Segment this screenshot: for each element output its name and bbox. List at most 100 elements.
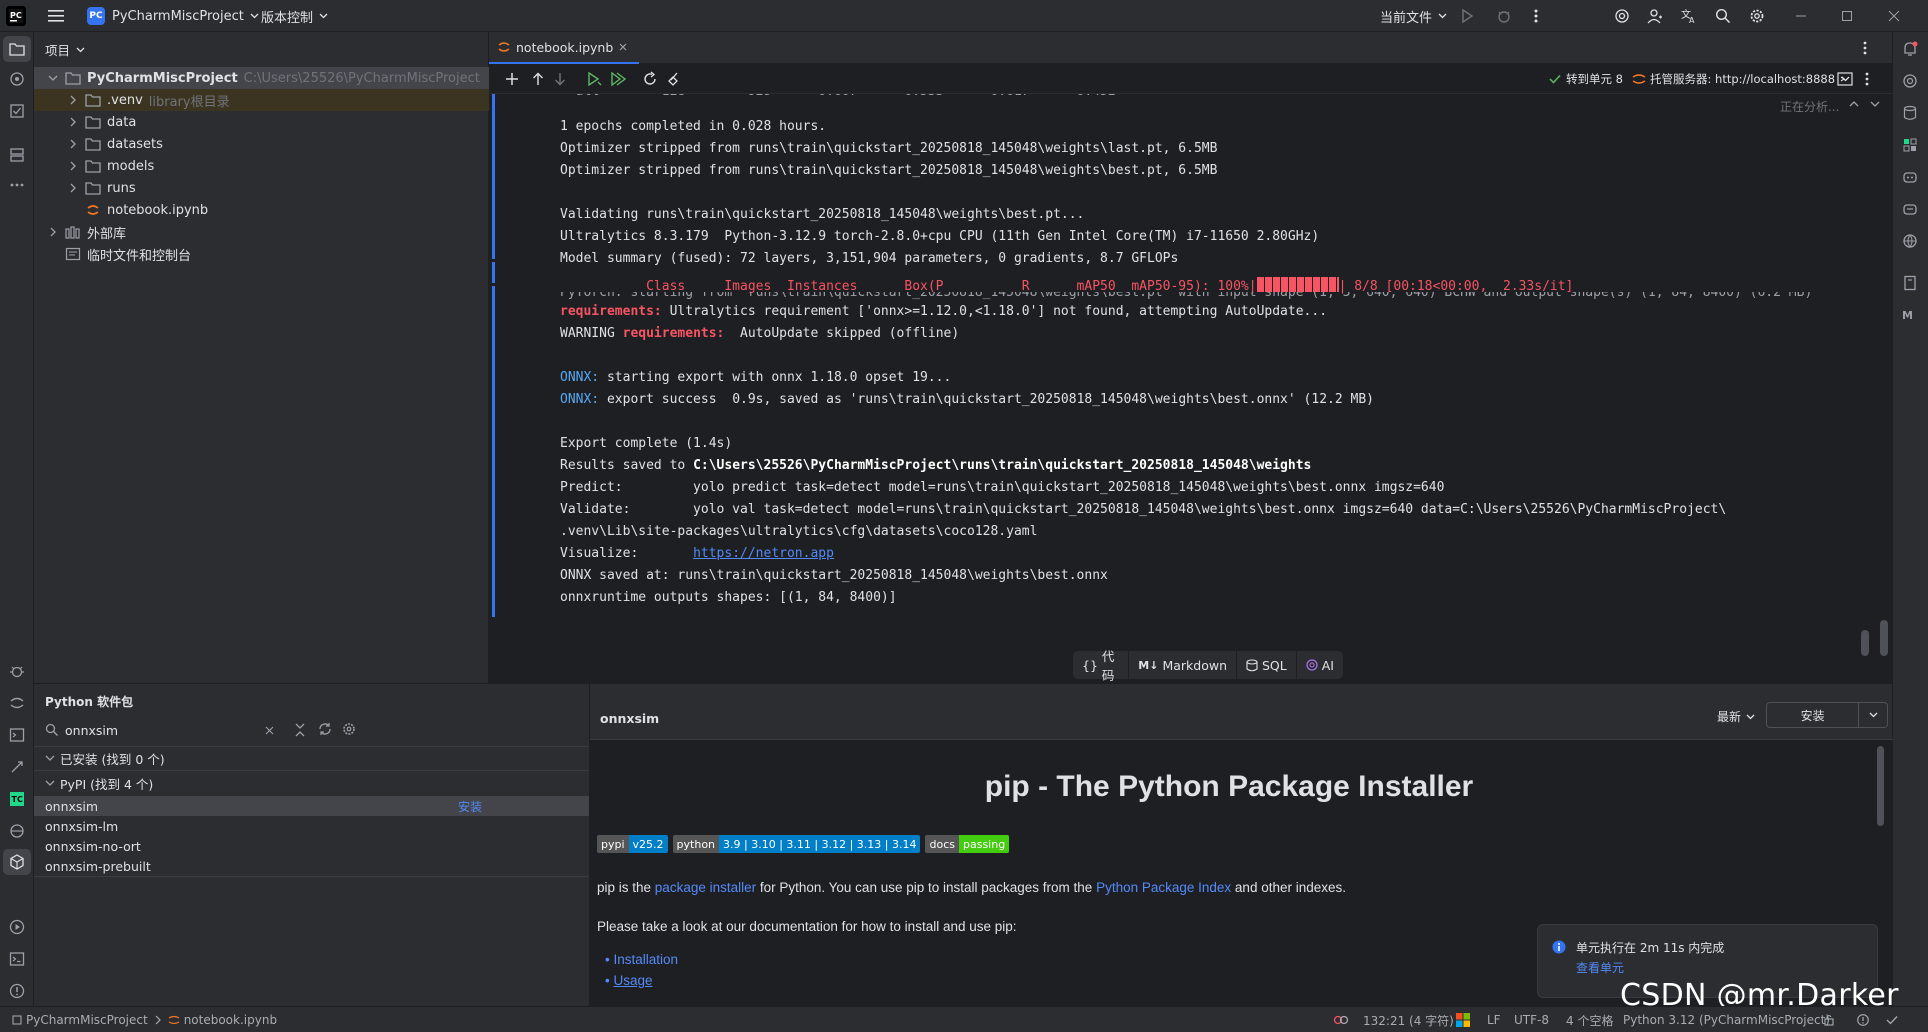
problems-tool-icon[interactable] xyxy=(8,982,26,1000)
installation-link[interactable]: Installation xyxy=(613,952,678,967)
jupyter-tool-icon[interactable] xyxy=(8,694,26,712)
view-cell-link[interactable]: 查看单元 xyxy=(1576,959,1624,976)
user-icon[interactable] xyxy=(1647,0,1663,32)
project-tool-icon[interactable] xyxy=(3,36,31,62)
commit-tool-icon[interactable] xyxy=(8,102,26,120)
package-row[interactable]: onnxsim-lm xyxy=(34,816,589,836)
refresh-icon[interactable] xyxy=(318,722,332,736)
more-tools-icon[interactable] xyxy=(8,176,26,194)
tree-row-scratches[interactable]: 临时文件和控制台 xyxy=(34,243,489,265)
tree-row-datasets[interactable]: datasets xyxy=(34,133,489,155)
pypi-group[interactable]: PyPI (找到 4 个) xyxy=(34,773,589,793)
markdown-icon[interactable]: M xyxy=(1901,306,1919,324)
ai-chat-icon[interactable] xyxy=(1901,72,1919,90)
installed-group[interactable]: 已安装 (找到 0 个) xyxy=(34,748,589,768)
python-packages-tool-icon[interactable] xyxy=(8,70,26,88)
run-cell-icon[interactable] xyxy=(585,70,603,88)
tab-more-icon[interactable] xyxy=(1863,41,1867,55)
main-menu-icon[interactable] xyxy=(48,0,64,32)
docs-badge[interactable]: docs passing xyxy=(925,835,1010,853)
toolbar-more-icon[interactable] xyxy=(1865,72,1869,86)
python-badge[interactable]: python 3.9 | 3.10 | 3.11 | 3.12 | 3.13 | … xyxy=(672,835,921,853)
move-cell-up-icon[interactable] xyxy=(529,70,547,88)
problems-status-icon[interactable] xyxy=(1857,1007,1869,1032)
doc-list-item[interactable]: • Installation xyxy=(605,952,678,967)
version-select[interactable]: 最新 xyxy=(1717,708,1755,725)
close-window-icon[interactable] xyxy=(1888,0,1900,32)
services-tool-icon[interactable] xyxy=(8,758,26,776)
package-row[interactable]: onnxsim-prebuilt xyxy=(34,856,589,876)
pypi-badge[interactable]: pypi v25.2 xyxy=(597,835,668,853)
copilot-icon[interactable] xyxy=(1901,168,1919,186)
tree-row-root[interactable]: PyCharmMiscProject C:\Users\25526\PyChar… xyxy=(34,67,489,89)
install-button[interactable]: 安装 xyxy=(1767,707,1858,724)
tree-row-venv[interactable]: .venv library根目录 xyxy=(34,89,489,111)
more-actions-icon[interactable] xyxy=(1534,0,1538,32)
usage-link[interactable]: Usage xyxy=(613,973,652,988)
terminal-tool-icon[interactable] xyxy=(8,950,26,968)
project-switcher[interactable]: PC PyCharmMiscProject xyxy=(87,0,259,32)
python-console-icon[interactable] xyxy=(8,726,26,744)
install-link[interactable]: 安装 xyxy=(458,798,482,815)
caret-position[interactable]: 132:21 (4 字符) xyxy=(1363,1007,1454,1032)
tree-row-data[interactable]: data xyxy=(34,111,489,133)
notifications-icon[interactable] xyxy=(1901,40,1919,58)
breadcrumb-file[interactable]: notebook.ipynb xyxy=(184,1013,277,1027)
indent-setting[interactable]: 4 个空格 xyxy=(1566,1007,1613,1032)
editor-tab-notebook[interactable]: notebook.ipynb xyxy=(489,32,640,64)
vcs-menu[interactable]: 版本控制 xyxy=(261,0,328,32)
interpreter-selector[interactable]: Python 3.12 (PyCharmMiscProject) xyxy=(1623,1007,1830,1032)
run-all-icon[interactable] xyxy=(609,70,627,88)
doc-scrollbar-thumb[interactable] xyxy=(1877,746,1884,826)
debug-tool-icon[interactable] xyxy=(8,662,26,680)
add-markdown-cell-button[interactable]: M↓ Markdown xyxy=(1129,651,1237,679)
netron-link[interactable]: https://netron.app xyxy=(693,546,834,561)
editor-scrollbar-thumb[interactable] xyxy=(1880,620,1888,656)
install-options-icon[interactable] xyxy=(1859,712,1887,718)
app-logo-icon[interactable]: PC xyxy=(6,0,26,32)
assistant-icon[interactable] xyxy=(1901,200,1919,218)
vcs-status-icon[interactable] xyxy=(1886,1007,1898,1032)
doc-list-item[interactable]: • Usage xyxy=(605,973,653,988)
project-panel-header[interactable]: 项目 xyxy=(45,40,85,59)
collapse-all-icon[interactable] xyxy=(294,723,306,737)
translate-icon[interactable]: 文A xyxy=(1681,0,1697,32)
package-installer-link[interactable]: package installer xyxy=(655,880,756,895)
add-cell-icon[interactable] xyxy=(503,70,521,88)
package-row[interactable]: onnxsim-no-ort xyxy=(34,836,589,856)
restart-kernel-icon[interactable] xyxy=(641,70,659,88)
read-only-lock-icon[interactable] xyxy=(1823,1007,1835,1032)
package-settings-icon[interactable] xyxy=(342,722,356,736)
tree-row-runs[interactable]: runs xyxy=(34,177,489,199)
maximize-window-icon[interactable] xyxy=(1841,0,1853,32)
tree-row-external-libs[interactable]: 外部库 xyxy=(34,221,489,243)
ai-assistant-icon[interactable] xyxy=(1614,0,1630,32)
run-config-selector[interactable]: 当前文件 xyxy=(1380,0,1447,32)
run-icon[interactable] xyxy=(1460,0,1474,32)
output-scrollbar-thumb[interactable] xyxy=(1861,630,1869,656)
file-encoding[interactable]: UTF-8 xyxy=(1514,1007,1549,1032)
goto-cell-button[interactable]: 转到单元 8 xyxy=(1549,71,1623,87)
endpoints-tool-icon[interactable] xyxy=(8,822,26,840)
bookmarks-icon[interactable] xyxy=(1901,274,1919,292)
minimize-window-icon[interactable] xyxy=(1795,0,1807,32)
run-tool-icon[interactable] xyxy=(8,918,26,936)
breadcrumb-project[interactable]: PyCharmMiscProject xyxy=(26,1013,148,1027)
debug-icon[interactable] xyxy=(1496,0,1512,32)
server-selector[interactable]: 托管服务器: http://localhost:8888 xyxy=(1632,71,1850,87)
teamcity-tool-icon[interactable]: TC xyxy=(8,790,26,808)
move-cell-down-icon[interactable] xyxy=(551,70,569,88)
variables-view-icon[interactable] xyxy=(1837,72,1853,86)
pypi-link[interactable]: Python Package Index xyxy=(1096,880,1231,895)
tree-row-notebook[interactable]: notebook.ipynb xyxy=(34,199,489,221)
inspection-icon[interactable] xyxy=(1333,1007,1349,1032)
tree-row-models[interactable]: models xyxy=(34,155,489,177)
package-row[interactable]: onnxsim 安装 xyxy=(34,796,589,816)
add-sql-cell-button[interactable]: SQL xyxy=(1237,651,1297,679)
line-separator[interactable]: LF xyxy=(1487,1007,1501,1032)
add-code-cell-button[interactable]: {} 代码 xyxy=(1073,649,1130,683)
clear-outputs-icon[interactable] xyxy=(665,70,683,88)
database-icon[interactable] xyxy=(1901,104,1919,122)
add-ai-cell-button[interactable]: AI xyxy=(1297,651,1343,679)
settings-gear-icon[interactable] xyxy=(1749,0,1765,32)
